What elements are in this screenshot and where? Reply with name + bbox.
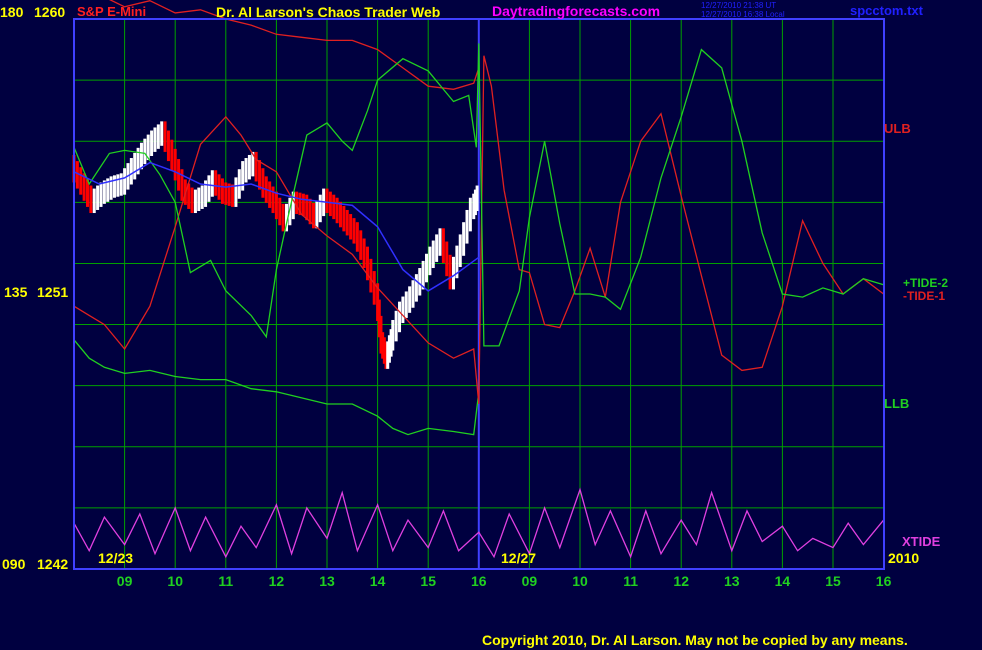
- x-hour-label: 12: [269, 573, 285, 589]
- x-hour-label: 12: [673, 573, 689, 589]
- x-hour-label: 11: [623, 573, 638, 589]
- left-scale-bottom-label: 090: [2, 556, 26, 572]
- x-hour-label: 16: [876, 573, 892, 589]
- x-hour-label: 13: [724, 573, 740, 589]
- x-hour-label: 15: [825, 573, 841, 589]
- x-hour-label: 10: [572, 573, 588, 589]
- tide2-label: +TIDE-2: [903, 276, 948, 290]
- chart-title: Dr. Al Larson's Chaos Trader Web: [216, 4, 440, 20]
- llb-label: LLB: [884, 396, 909, 411]
- x-hour-label: 13: [319, 573, 335, 589]
- x-hour-label: 10: [167, 573, 183, 589]
- copyright: Copyright 2010, Dr. Al Larson. May not b…: [482, 632, 908, 648]
- site-label: Daytradingforecasts.com: [492, 3, 660, 19]
- timestamp-local: 12/27/2010 16:38 Local: [701, 10, 785, 19]
- timestamp-ut: 12/27/2010 21:38 UT: [701, 1, 776, 10]
- date-label-2: 12/27: [501, 550, 536, 566]
- left-price-top-label: 1260: [34, 4, 65, 20]
- x-hour-label: 15: [420, 573, 436, 589]
- x-hour-label: 11: [218, 573, 233, 589]
- left-scale-mid-label: 135: [4, 284, 28, 300]
- chart: 180 1260 S&P E-Mini Dr. Al Larson's Chao…: [0, 0, 982, 650]
- x-hour-label: 16: [471, 573, 487, 589]
- left-price-mid-label: 1251: [37, 284, 68, 300]
- year-label: 2010: [888, 550, 919, 566]
- x-hour-label: 14: [370, 573, 386, 589]
- x-hour-label: 14: [775, 573, 791, 589]
- instrument-label: S&P E-Mini: [77, 4, 146, 19]
- xtide-label: XTIDE: [902, 534, 941, 549]
- x-hour-label: 09: [117, 573, 133, 589]
- date-label-1: 12/23: [98, 550, 133, 566]
- filename-label: spcctom.txt: [850, 3, 924, 18]
- left-price-bottom-label: 1242: [37, 556, 68, 572]
- x-hour-label: 09: [522, 573, 538, 589]
- left-scale-top-label: 180: [0, 4, 24, 20]
- ulb-label: ULB: [884, 121, 911, 136]
- tide1-label: -TIDE-1: [903, 289, 945, 303]
